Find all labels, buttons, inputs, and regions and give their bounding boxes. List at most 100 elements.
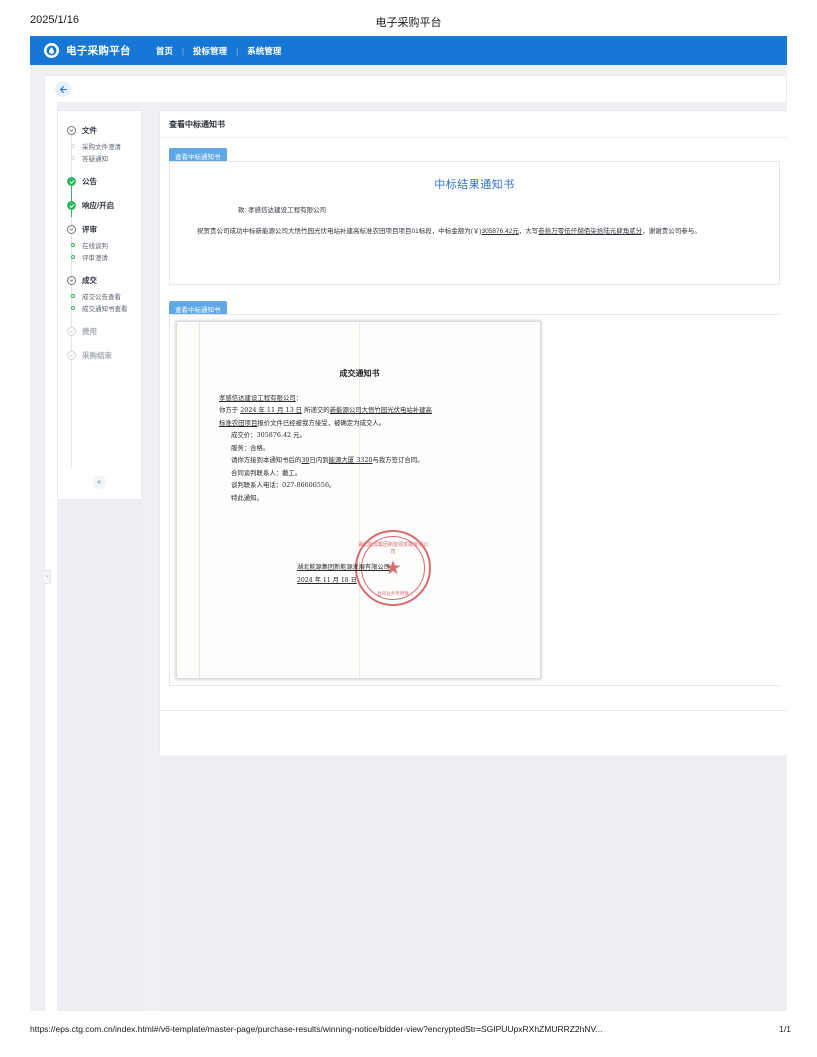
pdf-viewer-container: 成交通知书 孝感信达建设工程有限公司： 你方于 2024 年 11 月 13 日… (169, 314, 781, 686)
chevron-down-circle-icon (67, 351, 76, 360)
pdf-price-value: 305876.42 元。 (256, 431, 306, 440)
bullet-icon (71, 294, 75, 298)
sidebar-expand-handle[interactable]: › (44, 570, 51, 584)
platform-logo-icon (44, 43, 59, 58)
pdf-line-closing: 特此通知。 (231, 493, 263, 502)
bullet-icon (71, 156, 75, 160)
pdf-addressee-suffix: ： (295, 394, 303, 402)
sidebar-subitem-review-clarification[interactable]: 评审澄清 (67, 251, 143, 263)
sidebar-item-label: 公告 (82, 177, 97, 186)
print-title: 电子采购平台 (375, 17, 442, 29)
sidebar-item-response-open[interactable]: 响应/开启 (67, 196, 143, 215)
check-circle-icon (67, 177, 76, 186)
pdf-page: 成交通知书 孝感信达建设工程有限公司： 你方于 2024 年 11 月 13 日… (176, 321, 541, 679)
nav-item-bid-management[interactable]: 投标管理 (192, 45, 228, 57)
sidebar-item-label: 费用 (82, 327, 97, 336)
sidebar-item-fees[interactable]: 费用 (67, 322, 143, 341)
sidebar-item-label: 响应/开启 (82, 201, 115, 210)
sidebar-subitem-label: 评审澄清 (82, 255, 108, 262)
page-title: 查看中标通知书 (169, 120, 225, 129)
sidebar-subitem-qa-notice[interactable]: 答疑通知 (67, 152, 143, 164)
chevron-down-circle-icon (67, 276, 76, 285)
sidebar-item-procurement-end[interactable]: 采购结束 (67, 346, 143, 365)
main-content-area: 查看中标通知书 查看中标通知书 中标结果通知书 致: 孝感信达建设工程有限公司 … (159, 110, 787, 711)
pdf-body-text: 孝感信达建设工程有限公司： 你方于 2024 年 11 月 13 日 所递交的新… (219, 392, 509, 504)
pdf-page-content: 成交通知书 孝感信达建设工程有限公司： 你方于 2024 年 11 月 13 日… (177, 322, 540, 678)
top-navigation-bar: 电子采购平台 首页 | 投标管理 | 系统管理 (30, 36, 787, 65)
pdf-viewer[interactable]: 成交通知书 孝感信达建设工程有限公司： 你方于 2024 年 11 月 13 日… (170, 315, 781, 685)
arrow-left-icon (59, 85, 67, 93)
pdf-submitted-label: 所递交的 (304, 406, 330, 415)
pdf-project-name: 新能源公司大悟竹园光伏电站补建高 (329, 406, 432, 415)
brand-title: 电子采购平台 (66, 45, 131, 57)
sidebar-subitem-award-announcement-view[interactable]: 成交公告查看 (67, 290, 143, 302)
sidebar-item-label: 成交 (82, 276, 97, 285)
workflow-substep-list: 成交公告查看 成交通知书查看 (67, 290, 143, 314)
sidebar-collapse-button[interactable]: « (92, 475, 106, 489)
sidebar-subitem-label: 答疑通知 (82, 156, 108, 163)
pdf-line-service: 服务：合格。 (219, 442, 509, 454)
pdf-sign-pre: 请你方接到本通知书后的 (231, 456, 302, 465)
pdf-line-phone: 谈判联系人电话：027-86606556。 (219, 479, 509, 491)
pdf-seal-company: 湖北能源集团新能源发展有限公司 (297, 564, 390, 571)
check-circle-icon (67, 201, 76, 210)
bullet-icon (71, 255, 75, 259)
sidebar-subitem-award-notice-view[interactable]: 成交通知书查看 (67, 302, 143, 314)
application-body: 文件 采购文件澄清 答疑通知 公告 响应/开启 评审 在线谈判 评审澄清 成交 … (30, 65, 787, 1011)
pdf-seal-date: 2024 年 11 月 18 日 (297, 577, 357, 584)
bullet-icon (71, 243, 75, 247)
back-button[interactable] (55, 81, 71, 97)
pdf-sign-post: 与我方签订合同。 (372, 456, 424, 465)
notice-addressee-company: 孝感信达建设工程有限公司 (248, 207, 327, 214)
seal-bottom-text: 合同业务专用章 (377, 592, 409, 597)
sidebar-item-announcement[interactable]: 公告 (67, 172, 143, 191)
footer-url: https://eps.ctg.com.cn/index.html#/v6-te… (30, 1024, 603, 1034)
sidebar-item-documents[interactable]: 文件 (67, 121, 143, 140)
sidebar-item-label: 评审 (82, 225, 97, 234)
workflow-step-award: 成交 成交公告查看 成交通知书查看 (58, 271, 143, 314)
pdf-line-contact: 合同谈判联系人：戴工。 (219, 467, 509, 479)
pdf-line-accept: 标准农田项目报价文件已经被我方接受，被确定为成交人。 (219, 417, 509, 429)
sidebar-item-award[interactable]: 成交 (67, 271, 143, 290)
chevron-down-circle-icon (67, 225, 76, 234)
sidebar-item-label: 文件 (82, 126, 97, 135)
workflow-substep-list: 采购文件澄清 答疑通知 (67, 140, 143, 164)
pdf-sign-place: 能源大厦 3320 (328, 456, 373, 465)
nav-item-system-management[interactable]: 系统管理 (246, 45, 282, 57)
top-nav-menu: 首页 | 投标管理 | 系统管理 (155, 45, 282, 57)
workflow-step-fees: 费用 (58, 322, 143, 341)
pdf-line-sign: 请你方接到本通知书后的30日内到能源大厦 3320与我方签订合同。 (219, 454, 509, 466)
pdf-addressee: 孝感信达建设工程有限公司 (219, 394, 296, 402)
toolbar-row (44, 75, 787, 102)
sidebar-item-review[interactable]: 评审 (67, 220, 143, 239)
pdf-you-label: 你方于 (219, 406, 239, 415)
chevron-down-circle-icon (67, 126, 76, 135)
bullet-icon (71, 306, 75, 310)
pdf-line-addressee: 孝感信达建设工程有限公司： (219, 392, 509, 404)
pdf-contact-label: 合同谈判联系人： (231, 468, 283, 477)
pdf-signature-block: 湖北能源集团新能源发展有限公司 2024 年 11 月 18 日 (297, 562, 537, 588)
notice-text-pre: 祝贺贵公司成功中标新能源公司大悟竹园光伏电站补建高标准农田项目项目01标段，中标… (197, 228, 482, 235)
pdf-project-name-cont: 标准农田项目 (219, 418, 258, 427)
pdf-service-label: 服务： (231, 443, 251, 452)
notice-addressee-label: 致: (238, 207, 247, 214)
sidebar-filler (57, 500, 142, 1011)
content-filler-white (159, 711, 787, 755)
seal-top-text: 湖北能源集团新能源发展有限公司 (357, 542, 428, 555)
pdf-sign-mid: 日内到 (309, 456, 329, 465)
winning-notice-body: 中标结果通知书 致: 孝感信达建设工程有限公司 祝贺贵公司成功中标新能源公司大悟… (169, 161, 780, 285)
footer-page-number: 1/1 (779, 1024, 791, 1034)
pdf-accept-text: 报价文件已经被我方接受，被确定为成交人。 (257, 418, 386, 427)
notice-amount-chinese: 叁拾万零伍仟捌佰柒拾陆元肆角贰分 (538, 228, 643, 235)
pdf-phone-label: 谈判联系人电话： (231, 481, 283, 490)
notice-addressee: 致: 孝感信达建设工程有限公司 (238, 204, 779, 214)
sidebar-subitem-procurement-doc-clarification[interactable]: 采购文件澄清 (67, 140, 143, 152)
pdf-service-value: 合格。 (250, 443, 270, 452)
nav-separator: | (236, 45, 239, 56)
pdf-contact-name: 戴工。 (282, 468, 302, 477)
notice-paragraph: 祝贺贵公司成功中标新能源公司大悟竹园光伏电站补建高标准农田项目项目01标段，中标… (184, 225, 765, 238)
sidebar-subitem-label: 在线谈判 (82, 243, 108, 250)
sidebar-subitem-online-negotiation[interactable]: 在线谈判 (67, 239, 143, 251)
nav-item-home[interactable]: 首页 (155, 45, 174, 57)
sidebar-subitem-label: 采购文件澄清 (82, 144, 121, 151)
